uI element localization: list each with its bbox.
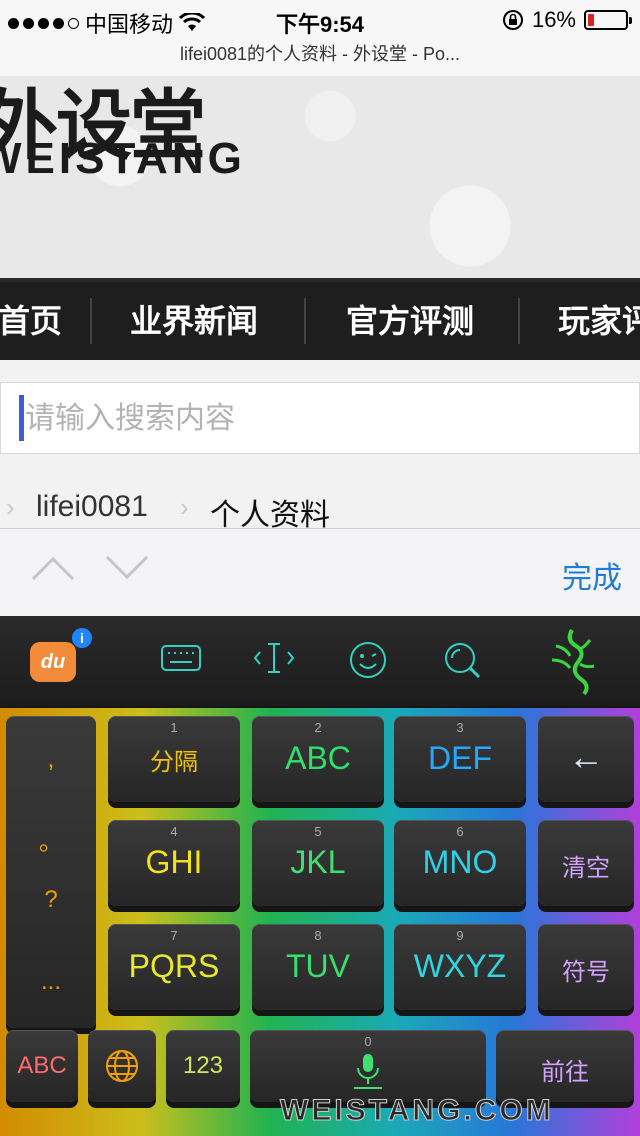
chevron-right-icon: › [180, 492, 189, 522]
breadcrumb-user[interactable]: lifei0081 [36, 490, 148, 524]
info-icon[interactable]: i [72, 628, 92, 648]
punct-ellipsis[interactable]: ... [6, 968, 96, 996]
key-label: GHI [145, 844, 203, 880]
brand-label: du [40, 651, 66, 673]
status-bar: 中国移动 下午9:54 16% [0, 0, 640, 40]
microphone-icon [354, 1054, 382, 1089]
backspace-key[interactable]: ← [538, 716, 634, 802]
key-label: 前往 [541, 1059, 589, 1086]
key-label: ABC [17, 1052, 67, 1079]
nav-item-news[interactable]: 业界新闻 [130, 296, 258, 342]
chevron-right-icon: › [6, 492, 15, 522]
browser-title-bar[interactable]: lifei0081的个人资料 - 外设堂 - Po... [0, 40, 640, 76]
key-1-separator[interactable]: 1 分隔 [108, 716, 240, 802]
key-number: 9 [456, 928, 464, 943]
key-2-abc[interactable]: 2 ABC [252, 716, 384, 802]
abc-switch-key[interactable]: ABC [6, 1030, 78, 1102]
key-number: 5 [314, 824, 322, 839]
search-icon[interactable] [442, 640, 482, 680]
chevron-up-icon[interactable] [30, 553, 76, 583]
key-3-def[interactable]: 3 DEF [394, 716, 526, 802]
go-key[interactable]: 前往 [496, 1030, 634, 1102]
status-right: 16% [502, 7, 632, 33]
nav-divider [90, 298, 92, 344]
rotation-lock-icon [502, 10, 523, 30]
watermark: WEISTANG.COM [280, 1094, 554, 1128]
key-9-wxyz[interactable]: 9 WXYZ [394, 924, 526, 1010]
site-banner: 外设堂 WEISTANG [0, 76, 640, 278]
info-badge: i [80, 630, 84, 646]
razer-logo-icon[interactable] [542, 626, 608, 698]
battery-icon [584, 10, 632, 30]
breadcrumb: › lifei0081 › 个人资料 [0, 484, 640, 532]
site-logo-en: WEISTANG [0, 134, 246, 183]
keyboard-accessory-bar: 完成 [0, 528, 640, 617]
key-label: 分隔 [150, 749, 198, 776]
key-label: PQRS [128, 948, 220, 984]
key-label: 清空 [562, 855, 610, 882]
key-label: 符号 [562, 959, 610, 986]
key-number: 0 [364, 1034, 372, 1049]
key-number: 7 [170, 928, 178, 943]
keyboard: du i , 。 ? ... 1 分隔 2 ABC 3 DEF ← 4 GHI … [0, 616, 640, 1136]
key-label: DEF [428, 740, 492, 776]
chevron-down-icon[interactable] [104, 553, 150, 583]
key-5-jkl[interactable]: 5 JKL [252, 820, 384, 906]
punct-period[interactable]: 。 [6, 822, 96, 857]
nav-divider [304, 298, 306, 344]
key-8-tuv[interactable]: 8 TUV [252, 924, 384, 1010]
page-title: lifei0081的个人资料 - 外设堂 - Po... [179, 44, 461, 64]
key-7-pqrs[interactable]: 7 PQRS [108, 924, 240, 1010]
clear-key[interactable]: 清空 [538, 820, 634, 906]
key-number: 8 [314, 928, 322, 943]
punct-question[interactable]: ? [6, 886, 96, 914]
punct-comma[interactable]: , [6, 746, 96, 774]
punctuation-column[interactable]: , 。 ? ... [6, 716, 96, 1028]
main-nav: 首页 业界新闻 官方评测 玩家评 [0, 278, 640, 360]
nav-item-players[interactable]: 玩家评 [558, 296, 640, 342]
key-label: WXYZ [413, 948, 507, 984]
backspace-icon: ← [568, 736, 604, 777]
nav-divider [518, 298, 520, 344]
emoji-icon[interactable] [348, 640, 388, 680]
key-number: 6 [456, 824, 464, 839]
cursor-move-icon[interactable] [252, 640, 296, 676]
baidu-input-logo[interactable]: du [30, 642, 76, 682]
key-number: 3 [456, 720, 464, 735]
keyboard-icon[interactable] [160, 640, 202, 674]
key-label: JKL [290, 844, 346, 880]
globe-key[interactable] [88, 1030, 156, 1102]
globe-icon [106, 1050, 138, 1082]
key-number: 4 [170, 824, 178, 839]
nav-item-home[interactable]: 首页 [0, 296, 62, 342]
key-6-mno[interactable]: 6 MNO [394, 820, 526, 906]
key-number: 1 [170, 720, 178, 735]
symbols-key[interactable]: 符号 [538, 924, 634, 1010]
numeric-key[interactable]: 123 [166, 1030, 240, 1102]
key-label: 123 [182, 1052, 224, 1079]
space-voice-key[interactable]: 0 [250, 1030, 486, 1102]
done-button[interactable]: 完成 [562, 553, 622, 597]
search-input[interactable] [23, 391, 627, 447]
battery-percent: 16% [531, 7, 576, 32]
nav-item-reviews[interactable]: 官方评测 [346, 296, 474, 342]
key-4-ghi[interactable]: 4 GHI [108, 820, 240, 906]
key-label: MNO [422, 844, 498, 880]
key-number: 2 [314, 720, 322, 735]
key-label: ABC [285, 740, 351, 776]
search-box [0, 382, 640, 454]
key-label: TUV [286, 948, 350, 984]
keyboard-toolbar: du i [0, 616, 640, 706]
